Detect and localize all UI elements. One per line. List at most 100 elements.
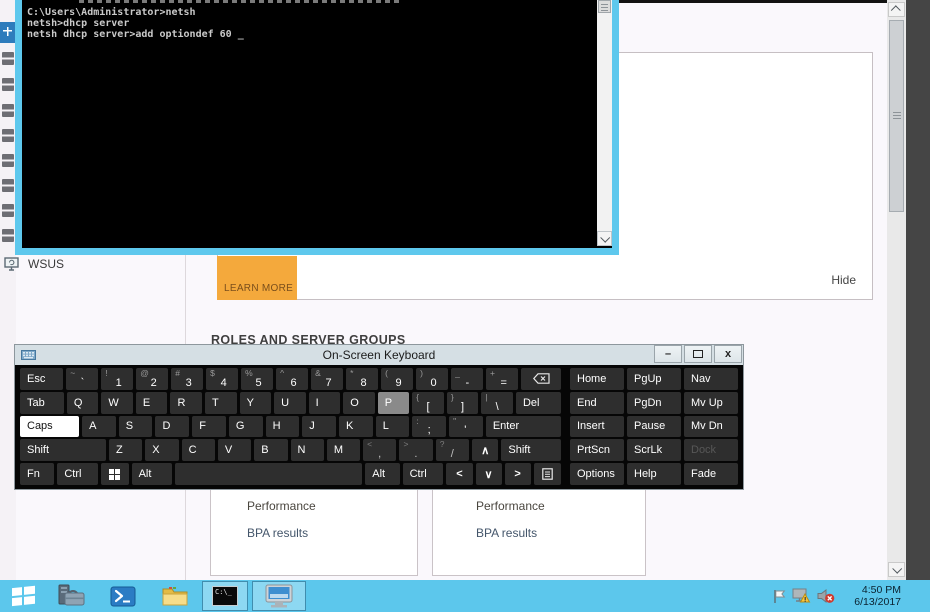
hide-link[interactable]: Hide [831,273,856,287]
key-p[interactable]: P [378,392,410,414]
key-y[interactable]: Y [240,392,272,414]
key-mv-up[interactable]: Mv Up [684,392,738,414]
key-w[interactable]: W [101,392,133,414]
volume-muted-icon[interactable] [816,588,835,604]
key-[interactable]: "' [449,416,483,438]
key-9[interactable]: (9 [381,368,413,390]
command-prompt-window[interactable]: C:\Users\Administrator>netshnetsh>dhcp s… [15,0,619,255]
taskbar-powershell-button[interactable] [100,581,146,611]
key-end[interactable]: End [570,392,624,414]
key-esc[interactable]: Esc [20,368,63,390]
sidebar-item-icon[interactable] [2,229,14,242]
key-ctrl[interactable]: Ctrl [403,463,444,485]
key-k[interactable]: K [339,416,373,438]
scrollbar-thumb[interactable] [889,20,904,212]
key-f[interactable]: F [192,416,226,438]
key-u[interactable]: U [274,392,306,414]
key-c[interactable]: C [182,439,215,461]
taskbar-file-explorer-button[interactable] [152,581,198,611]
sidebar-item-icon[interactable] [2,179,14,192]
key-1[interactable]: !1 [101,368,133,390]
key-[interactable]: ~` [66,368,98,390]
key-[interactable]: <, [363,439,396,461]
key-q[interactable]: Q [67,392,99,414]
sidebar-item-icon[interactable] [2,52,14,65]
key-∧[interactable]: ∧ [472,439,498,461]
key-pgdn[interactable]: PgDn [627,392,681,414]
maximize-button[interactable] [684,345,712,363]
key-4[interactable]: $4 [206,368,238,390]
key-s[interactable]: S [119,416,153,438]
role-tile-link-performance[interactable]: Performance [476,499,545,513]
osk-titlebar[interactable]: On-Screen Keyboard – x [15,345,743,365]
key-8[interactable]: *8 [346,368,378,390]
key-insert[interactable]: Insert [570,416,624,438]
key-nav[interactable]: Nav [684,368,738,390]
key-prtscn[interactable]: PrtScn [570,439,624,461]
scroll-up-button[interactable] [888,2,905,17]
key-ctrl[interactable]: Ctrl [57,463,98,485]
key-menu[interactable] [534,463,561,485]
sidebar-item-icon[interactable] [2,204,14,217]
action-center-flag-icon[interactable] [772,589,787,604]
key-n[interactable]: N [291,439,324,461]
sidebar-item-icon[interactable] [2,129,14,142]
on-screen-keyboard-window[interactable]: On-Screen Keyboard – x Esc~`!1@2#3$4%5^6… [14,344,744,490]
scroll-down-button[interactable] [888,562,905,577]
key-del[interactable]: Del [516,392,561,414]
console-output[interactable]: C:\Users\Administrator>netshnetsh>dhcp s… [22,0,612,248]
role-tile-link-bpa-results[interactable]: BPA results [247,526,316,540]
network-status-icon[interactable] [792,588,811,604]
key-fade[interactable]: Fade [684,463,738,485]
key-z[interactable]: Z [109,439,142,461]
key-help[interactable]: Help [627,463,681,485]
key-shift[interactable]: Shift [501,439,561,461]
minimize-button[interactable]: – [654,345,682,363]
key-space[interactable] [175,463,362,485]
sidebar-item-wsus[interactable]: WSUS [4,257,64,271]
role-tile-link-bpa-results[interactable]: BPA results [476,526,545,540]
key-[interactable]: :; [412,416,446,438]
key-backspace[interactable] [521,368,561,390]
key-3[interactable]: #3 [171,368,203,390]
console-scrollbar[interactable] [597,0,612,246]
key-h[interactable]: H [266,416,300,438]
taskbar-osk-button[interactable] [252,581,306,611]
key-x[interactable]: X [145,439,178,461]
key-g[interactable]: G [229,416,263,438]
key-tab[interactable]: Tab [20,392,64,414]
key-5[interactable]: %5 [241,368,273,390]
key-[interactable]: {[ [412,392,444,414]
key-[interactable]: >. [399,439,432,461]
key-shift[interactable]: Shift [20,439,106,461]
scrollbar-thumb[interactable] [598,0,611,13]
sidebar-item-icon[interactable] [2,154,14,167]
key-[interactable]: += [486,368,518,390]
key-win[interactable] [101,463,128,485]
key-l[interactable]: L [376,416,410,438]
key-alt[interactable]: Alt [132,463,173,485]
key-pause[interactable]: Pause [627,416,681,438]
scroll-down-button[interactable] [597,231,612,246]
taskbar-clock[interactable]: 4:50 PM 6/13/2017 [845,584,901,608]
key-v[interactable]: V [218,439,251,461]
key-∨[interactable]: ∨ [476,463,502,485]
key-alt[interactable]: Alt [365,463,399,485]
key-fn[interactable]: Fn [20,463,54,485]
key-o[interactable]: O [343,392,375,414]
key-<[interactable]: < [446,463,472,485]
key-a[interactable]: A [82,416,116,438]
sidebar-item-icon[interactable] [2,78,14,91]
key-scrlk[interactable]: ScrLk [627,439,681,461]
key-enter[interactable]: Enter [486,416,561,438]
learn-more-tile[interactable]: LEARN MORE [217,256,297,300]
taskbar-server-manager-button[interactable] [48,581,94,611]
key-dock[interactable]: Dock [684,439,738,461]
close-button[interactable]: x [714,345,742,363]
key-7[interactable]: &7 [311,368,343,390]
key-b[interactable]: B [254,439,287,461]
key-options[interactable]: Options [570,463,624,485]
sidebar-item-dashboard-icon[interactable] [0,22,15,43]
key->[interactable]: > [505,463,531,485]
key-e[interactable]: E [136,392,168,414]
